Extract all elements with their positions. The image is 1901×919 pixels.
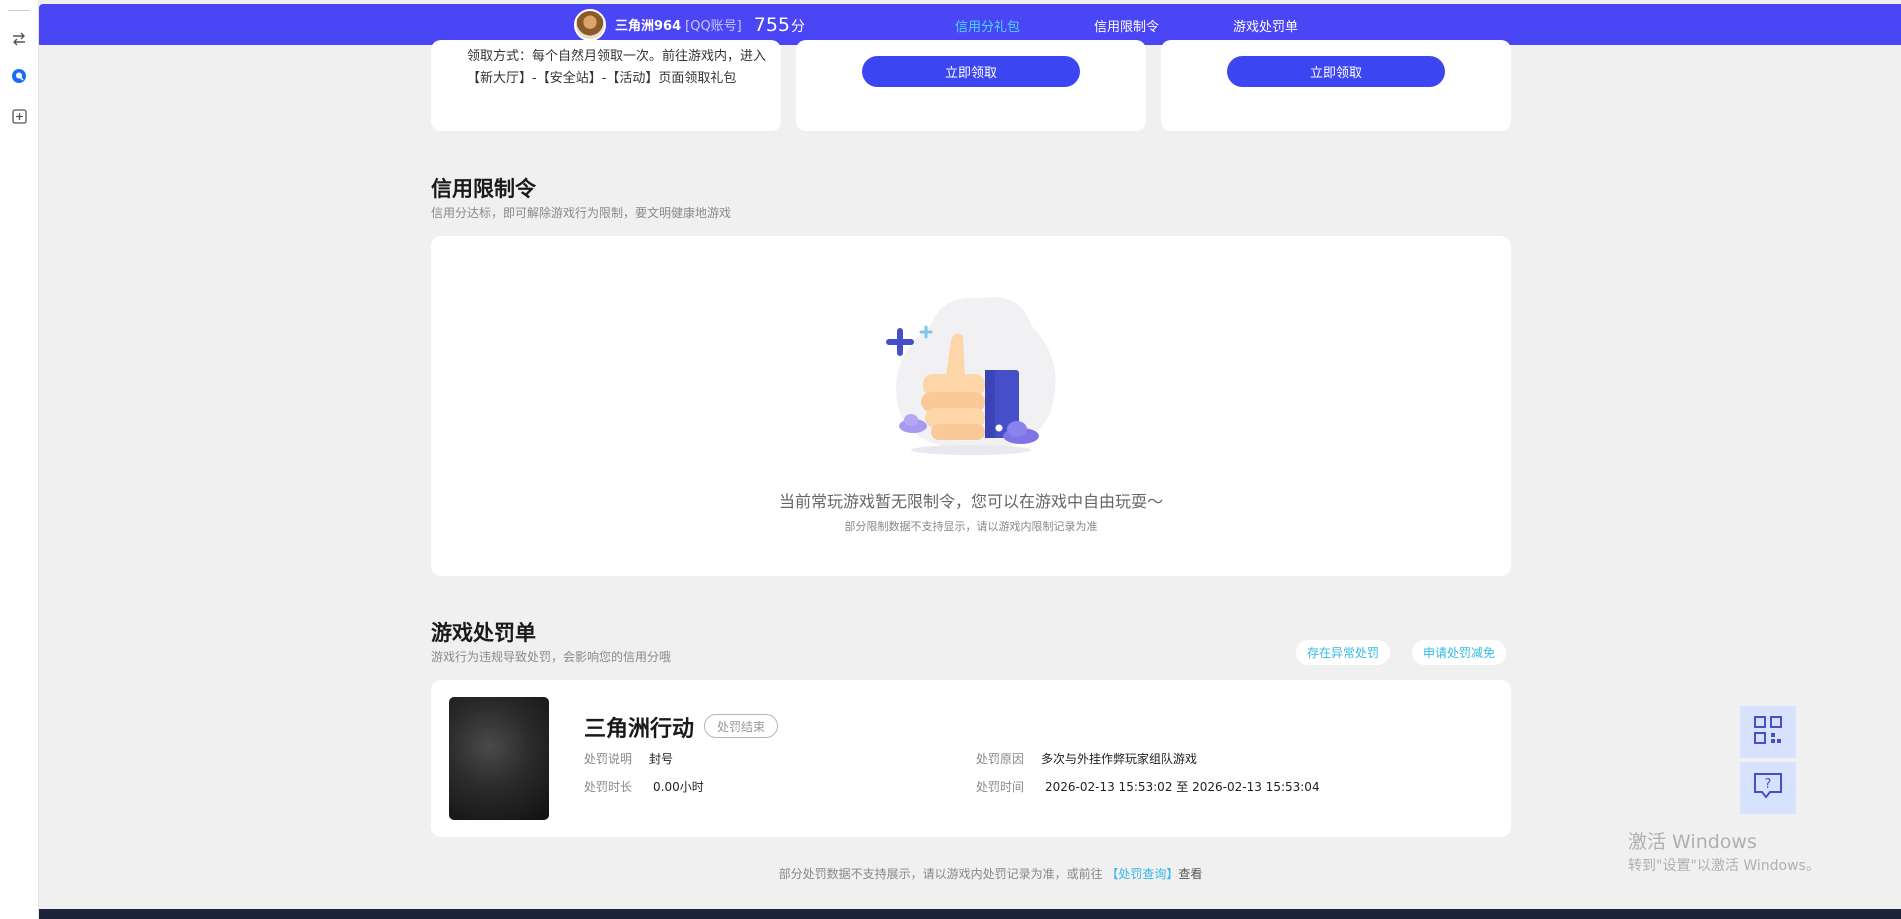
footer-bar <box>39 909 1901 919</box>
restriction-card: 当前常玩游戏暂无限制令，您可以在游戏中自由玩耍～ 部分限制数据不支持显示，请以游… <box>431 236 1511 576</box>
penalty-duration-value: 0.00小时 <box>653 780 704 794</box>
empty-note: 部分限制数据不支持显示，请以游戏内限制记录为准 <box>844 520 1098 533</box>
penalty-record-card: 三角洲行动 处罚结束 处罚说明 封号 处罚时长 0.00小时 处罚原因 多次与外… <box>431 680 1511 837</box>
tab-game-penalty[interactable]: 游戏处罚单 <box>1233 16 1298 35</box>
section-title-penalty: 游戏处罚单 <box>431 621 536 645</box>
qq-icon[interactable] <box>9 66 29 86</box>
penalty-reason-label: 处罚原因 <box>976 752 1025 766</box>
swap-icon[interactable] <box>9 29 29 49</box>
section-subtitle-restriction: 信用分达标，即可解除游戏行为限制，要文明健康地游戏 <box>431 206 732 220</box>
abnormal-penalty-button[interactable]: 存在异常处罚 <box>1296 640 1391 665</box>
status-badge: 处罚结束 <box>704 714 779 738</box>
user-info: 三角洲964 [QQ账号] 755 分 <box>574 8 805 41</box>
tab-credit-restriction[interactable]: 信用限制令 <box>1094 16 1159 35</box>
windows-activation-hint: 转到"设置"以激活 Windows。 <box>1628 858 1820 874</box>
claim-method-text: 领取方式：每个自然月领取一次。前往游戏内，进入【新大厅】-【安全站】-【活动】页… <box>467 49 767 86</box>
penalty-time-separator: 至 <box>1176 780 1189 794</box>
add-icon[interactable] <box>9 106 29 126</box>
penalty-query-link[interactable]: 【处罚查询】 <box>1106 867 1178 881</box>
penalty-time-end: 2026-02-13 15:53:04 <box>1192 780 1320 794</box>
credit-score-unit: 分 <box>791 19 806 35</box>
penalty-footnote: 部分处罚数据不支持展示，请以游戏内处罚记录为准，或前往 【处罚查询】查看 <box>0 865 1901 882</box>
gift-card: 立即领取 <box>1161 40 1511 131</box>
credit-score: 755 <box>753 13 791 36</box>
penalty-reduction-button[interactable]: 申请处罚减免 <box>1412 640 1507 665</box>
feedback-button[interactable]: ? <box>1740 762 1796 814</box>
avatar[interactable] <box>574 8 606 41</box>
footnote-prefix: 部分处罚数据不支持展示，请以游戏内处罚记录为准，或前往 <box>778 867 1103 881</box>
section-subtitle-penalty: 游戏行为违规导致处罚，会影响您的信用分哦 <box>431 650 672 664</box>
windows-activation-watermark: 激活 Windows <box>1628 831 1757 853</box>
toolbar-divider <box>8 10 30 11</box>
tab-credit-gift[interactable]: 信用分礼包 <box>952 16 1023 45</box>
game-name: 三角洲行动 <box>584 717 695 742</box>
penalty-time-start: 2026-02-13 15:53:02 <box>1045 780 1173 794</box>
penalty-time-label: 处罚时间 <box>976 780 1025 794</box>
thumbs-up-illustration <box>871 290 1071 460</box>
penalty-desc-label: 处罚说明 <box>584 752 633 766</box>
left-toolbar <box>0 0 39 919</box>
account-type: [QQ账号] <box>685 19 742 34</box>
footnote-suffix: 查看 <box>1178 867 1203 881</box>
gift-card: 领取方式：每个自然月领取一次。前往游戏内，进入【新大厅】-【安全站】-【活动】页… <box>431 40 781 131</box>
gift-card: 立即领取 <box>796 40 1146 131</box>
claim-button[interactable]: 立即领取 <box>862 56 1080 87</box>
game-thumbnail <box>449 697 549 820</box>
empty-message: 当前常玩游戏暂无限制令，您可以在游戏中自由玩耍～ <box>778 492 1163 511</box>
qr-code-icon <box>1753 715 1783 749</box>
qr-code-button[interactable] <box>1740 706 1796 758</box>
penalty-reason-value: 多次与外挂作弊玩家组队游戏 <box>1041 752 1198 766</box>
feedback-icon: ? <box>1753 772 1783 804</box>
penalty-duration-label: 处罚时长 <box>584 780 633 794</box>
top-nav-bar: 三角洲964 [QQ账号] 755 分 信用分礼包 信用限制令 游戏处罚单 <box>39 4 1901 45</box>
claim-button[interactable]: 立即领取 <box>1227 56 1445 87</box>
user-name: 三角洲964 <box>615 19 682 34</box>
penalty-desc-value: 封号 <box>649 752 674 766</box>
section-title-restriction: 信用限制令 <box>431 177 536 201</box>
penalty-time-value: 2026-02-13 15:53:02 至 2026-02-13 15:53:0… <box>1045 778 1320 795</box>
svg-text:?: ? <box>1765 777 1772 792</box>
